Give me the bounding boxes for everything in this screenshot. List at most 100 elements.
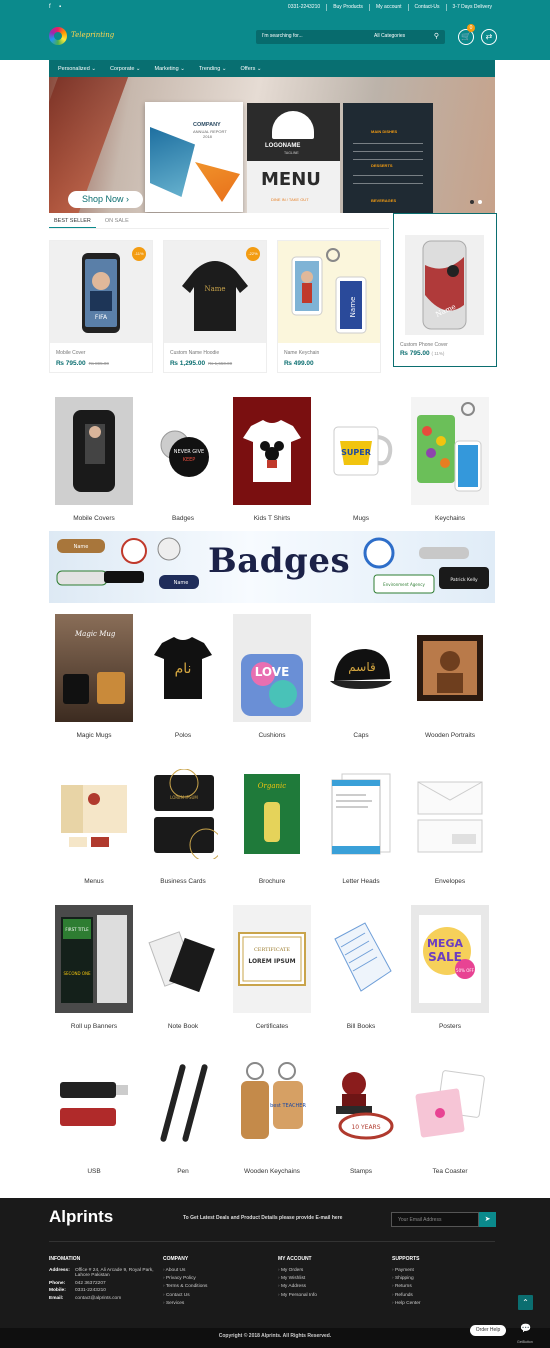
category-certificates[interactable]: CERTIFICATE LOREM IPSUM Certificates — [233, 905, 311, 1030]
category-pen[interactable]: Pen — [144, 1050, 222, 1175]
category-label[interactable]: Roll up Banners — [45, 1023, 143, 1030]
footer-link-shipping[interactable]: Shipping — [392, 1276, 421, 1281]
product-name[interactable]: Name Keychain — [284, 350, 319, 356]
category-label[interactable]: Caps — [312, 732, 410, 739]
category-image[interactable] — [144, 905, 222, 1013]
category-label[interactable]: Magic Mugs — [45, 732, 143, 739]
footer-email-link[interactable]: contact@alprints.com — [75, 1296, 121, 1301]
nav-personalized[interactable]: Personalized ⌄ — [58, 66, 96, 72]
footer-link-returns[interactable]: Returns — [392, 1284, 421, 1289]
product-name[interactable]: Mobile Cover — [56, 350, 85, 356]
footer-link-payment[interactable]: Payment — [392, 1268, 421, 1273]
twitter-icon[interactable]: ▪ — [59, 4, 65, 10]
footer-link-terms[interactable]: Terms & Conditions — [163, 1284, 208, 1289]
chat-icon[interactable]: 💬 — [518, 1323, 534, 1336]
footer-link-services[interactable]: Services — [163, 1301, 207, 1306]
footer-link-contact[interactable]: Contact Us — [163, 1293, 207, 1298]
footer-link-orders[interactable]: My Orders — [278, 1268, 317, 1273]
facebook-icon[interactable]: f — [49, 4, 55, 10]
category-wooden-keychains[interactable]: best TEACHER Wooden Keychains — [233, 1050, 311, 1175]
order-help-button[interactable]: Order Help — [470, 1325, 506, 1336]
slider-dot[interactable] — [470, 200, 474, 204]
footer-link-refunds[interactable]: Refunds — [392, 1293, 421, 1298]
buy-products-link[interactable]: Buy Products — [326, 4, 369, 11]
category-bill-books[interactable]: Bill Books — [322, 905, 400, 1030]
product-card[interactable]: Name Name Keychain ₨ 499.00 — [277, 240, 381, 373]
product-card-featured[interactable]: Name Custom Phone Cover ₨ 795.00 ( 11%) — [393, 213, 497, 367]
category-image[interactable] — [55, 397, 133, 505]
category-image[interactable]: MEGA SALE 50% OFF — [411, 905, 489, 1013]
category-label[interactable]: Certificates — [223, 1023, 321, 1030]
delivery-link[interactable]: 3-7 Days Delivery — [445, 4, 498, 11]
footer-link-wishlist[interactable]: My Wishlist — [278, 1276, 317, 1281]
category-image[interactable]: Organic — [233, 760, 311, 868]
category-magic-mugs[interactable]: Magic Mug Magic Mugs — [55, 614, 133, 739]
category-polos[interactable]: نام Polos — [144, 614, 222, 739]
category-label[interactable]: Business Cards — [134, 878, 232, 885]
category-image[interactable] — [411, 760, 489, 868]
category-image[interactable] — [322, 760, 400, 868]
category-badges[interactable]: NEVER GIVE KEEP Badges — [144, 397, 222, 522]
category-roll-up-banners[interactable]: FIRST TITLE SECOND ONE Roll up Banners — [55, 905, 133, 1030]
category-label[interactable]: Posters — [401, 1023, 499, 1030]
category-label[interactable]: Pen — [134, 1168, 232, 1175]
newsletter-email-input[interactable]: Your Email Address — [391, 1212, 479, 1227]
search-input[interactable]: I'm searching for... — [262, 33, 303, 39]
category-image[interactable] — [411, 614, 489, 722]
category-image[interactable]: best TEACHER — [233, 1050, 311, 1158]
category-image[interactable] — [411, 397, 489, 505]
category-image[interactable]: LOREM IPSUM — [144, 760, 222, 868]
footer-link-about[interactable]: About Us — [163, 1268, 207, 1273]
product-image[interactable]: Name — [278, 241, 380, 343]
tab-on-sale[interactable]: ON SALE — [100, 215, 134, 228]
category-image[interactable] — [322, 905, 400, 1013]
category-caps[interactable]: قاسم Caps — [322, 614, 400, 739]
category-label[interactable]: Wooden Keychains — [223, 1168, 321, 1175]
scroll-to-top-button[interactable]: ⌃ — [518, 1295, 533, 1310]
category-image[interactable]: FIRST TITLE SECOND ONE — [55, 905, 133, 1013]
slider-dot[interactable] — [478, 200, 482, 204]
footer-link-help[interactable]: Help Center — [392, 1301, 421, 1306]
category-label[interactable]: Polos — [134, 732, 232, 739]
nav-trending[interactable]: Trending ⌄ — [199, 66, 227, 72]
nav-marketing[interactable]: Marketing ⌄ — [155, 66, 185, 72]
search-icon[interactable]: ⚲ — [434, 32, 439, 40]
category-letter-heads[interactable]: Letter Heads — [322, 760, 400, 885]
my-account-link[interactable]: My account — [368, 4, 408, 11]
category-label[interactable]: Badges — [134, 515, 232, 522]
shop-now-button[interactable]: Shop Now › — [68, 191, 143, 208]
category-label[interactable]: Wooden Portraits — [401, 732, 499, 739]
category-business-cards[interactable]: LOREM IPSUM Business Cards — [144, 760, 222, 885]
compare-icon[interactable]: ⇄ — [481, 29, 497, 45]
product-card[interactable]: FIFA -11% Mobile Cover ₨ 795.00 ₨ 895.00 — [49, 240, 153, 373]
category-brochure[interactable]: Organic Brochure — [233, 760, 311, 885]
site-logo[interactable]: Teleprinting — [49, 27, 119, 49]
contact-us-link[interactable]: Contact-Us — [407, 4, 446, 11]
category-label[interactable]: USB — [45, 1168, 143, 1175]
category-label[interactable]: Letter Heads — [312, 878, 410, 885]
category-image[interactable] — [233, 397, 311, 505]
nav-corporate[interactable]: Corporate ⌄ — [110, 66, 141, 72]
footer-brand[interactable]: Alprints — [49, 1207, 113, 1227]
send-icon[interactable]: ➤ — [479, 1212, 496, 1227]
category-label[interactable]: Stamps — [312, 1168, 410, 1175]
category-label[interactable]: Kids T Shirts — [223, 515, 321, 522]
category-image[interactable]: Magic Mug — [55, 614, 133, 722]
nav-offers[interactable]: Offers ⌄ — [240, 66, 261, 72]
category-label[interactable]: Brochure — [223, 878, 321, 885]
footer-link-privacy[interactable]: Privacy Policy — [163, 1276, 207, 1281]
footer-link-address[interactable]: My Address — [278, 1284, 317, 1289]
category-mobile-covers[interactable]: Mobile Covers — [55, 397, 133, 522]
category-wooden-portraits[interactable]: Wooden Portraits — [411, 614, 489, 739]
category-label[interactable]: Note Book — [134, 1023, 232, 1030]
footer-link-personal-info[interactable]: My Personal Info — [278, 1293, 317, 1298]
category-label[interactable]: Mugs — [312, 515, 410, 522]
category-image[interactable]: LOVE — [233, 614, 311, 722]
category-image[interactable]: نام — [144, 614, 222, 722]
category-cushions[interactable]: LOVE Cushions — [233, 614, 311, 739]
category-usb[interactable]: USB — [55, 1050, 133, 1175]
category-label[interactable]: Menus — [45, 878, 143, 885]
category-label[interactable]: Mobile Covers — [45, 515, 143, 522]
product-card[interactable]: Name -22% Custom Name Hoodie ₨ 1,295.00 ₨… — [163, 240, 267, 373]
product-name[interactable]: Custom Phone Cover — [400, 342, 448, 348]
